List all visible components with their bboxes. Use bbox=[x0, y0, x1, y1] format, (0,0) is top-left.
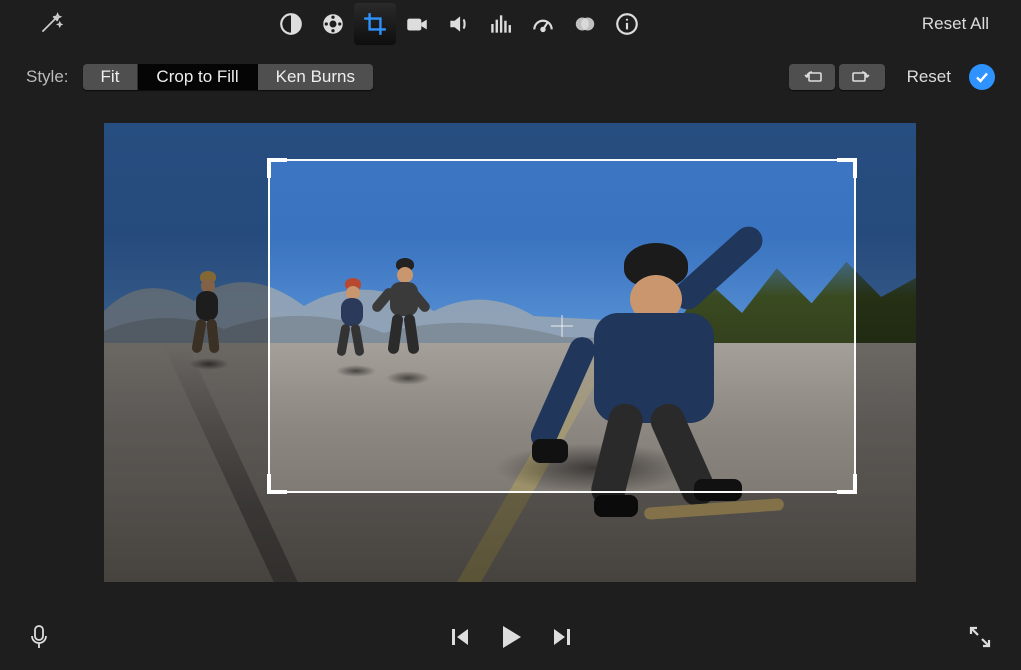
volume-icon bbox=[446, 11, 472, 37]
color-balance-button[interactable] bbox=[270, 3, 312, 45]
overlap-circles-icon bbox=[572, 11, 598, 37]
checkmark-icon bbox=[974, 69, 990, 85]
crop-button[interactable] bbox=[354, 3, 396, 45]
crop-handle-bottom-right[interactable] bbox=[837, 474, 857, 494]
equalizer-button[interactable] bbox=[480, 3, 522, 45]
info-icon bbox=[614, 11, 640, 37]
speed-button[interactable] bbox=[522, 3, 564, 45]
magic-wand-icon bbox=[37, 11, 63, 37]
video-preview[interactable] bbox=[104, 123, 916, 582]
style-option-fit[interactable]: Fit bbox=[83, 64, 139, 90]
color-balance-icon bbox=[278, 11, 304, 37]
adjustment-tool-row bbox=[270, 3, 648, 45]
magic-wand-button[interactable] bbox=[0, 11, 100, 37]
stabilize-button[interactable] bbox=[396, 3, 438, 45]
color-correction-button[interactable] bbox=[312, 3, 354, 45]
crop-frame[interactable] bbox=[268, 159, 856, 493]
rotate-cw-icon bbox=[849, 69, 875, 85]
fullscreen-icon bbox=[967, 624, 993, 650]
rotate-ccw-icon bbox=[799, 69, 825, 85]
rotate-cw-button[interactable] bbox=[839, 64, 885, 90]
microphone-icon bbox=[28, 624, 50, 650]
info-button[interactable] bbox=[606, 3, 648, 45]
fullscreen-button[interactable] bbox=[967, 624, 993, 655]
crop-handle-top-right[interactable] bbox=[837, 158, 857, 178]
style-option-ken-burns[interactable]: Ken Burns bbox=[258, 64, 373, 90]
play-icon bbox=[497, 623, 525, 651]
style-row: Style: Fit Crop to Fill Ken Burns Reset bbox=[0, 48, 1021, 96]
crop-icon bbox=[362, 11, 388, 37]
equalizer-icon bbox=[488, 11, 514, 37]
style-segmented-control[interactable]: Fit Crop to Fill Ken Burns bbox=[83, 64, 373, 90]
voiceover-button[interactable] bbox=[28, 624, 118, 655]
speedometer-icon bbox=[530, 11, 556, 37]
effects-button[interactable] bbox=[564, 3, 606, 45]
style-label: Style: bbox=[26, 67, 69, 87]
play-button[interactable] bbox=[497, 623, 525, 656]
style-option-crop-to-fill[interactable]: Crop to Fill bbox=[138, 64, 257, 90]
next-frame-icon bbox=[551, 626, 573, 648]
next-frame-button[interactable] bbox=[551, 626, 573, 653]
volume-button[interactable] bbox=[438, 3, 480, 45]
reset-all-button[interactable]: Reset All bbox=[922, 14, 989, 34]
apply-button[interactable] bbox=[969, 64, 995, 90]
previous-frame-icon bbox=[449, 626, 471, 648]
crop-handle-bottom-left[interactable] bbox=[267, 474, 287, 494]
camera-icon bbox=[404, 11, 430, 37]
reset-button[interactable]: Reset bbox=[907, 67, 951, 87]
top-toolbar: Reset All bbox=[0, 0, 1021, 48]
crop-center-crosshair bbox=[551, 315, 573, 337]
previous-frame-button[interactable] bbox=[449, 626, 471, 653]
color-correction-icon bbox=[320, 11, 346, 37]
crop-handle-top-left[interactable] bbox=[267, 158, 287, 178]
rotate-ccw-button[interactable] bbox=[789, 64, 835, 90]
transport-bar bbox=[0, 608, 1021, 670]
